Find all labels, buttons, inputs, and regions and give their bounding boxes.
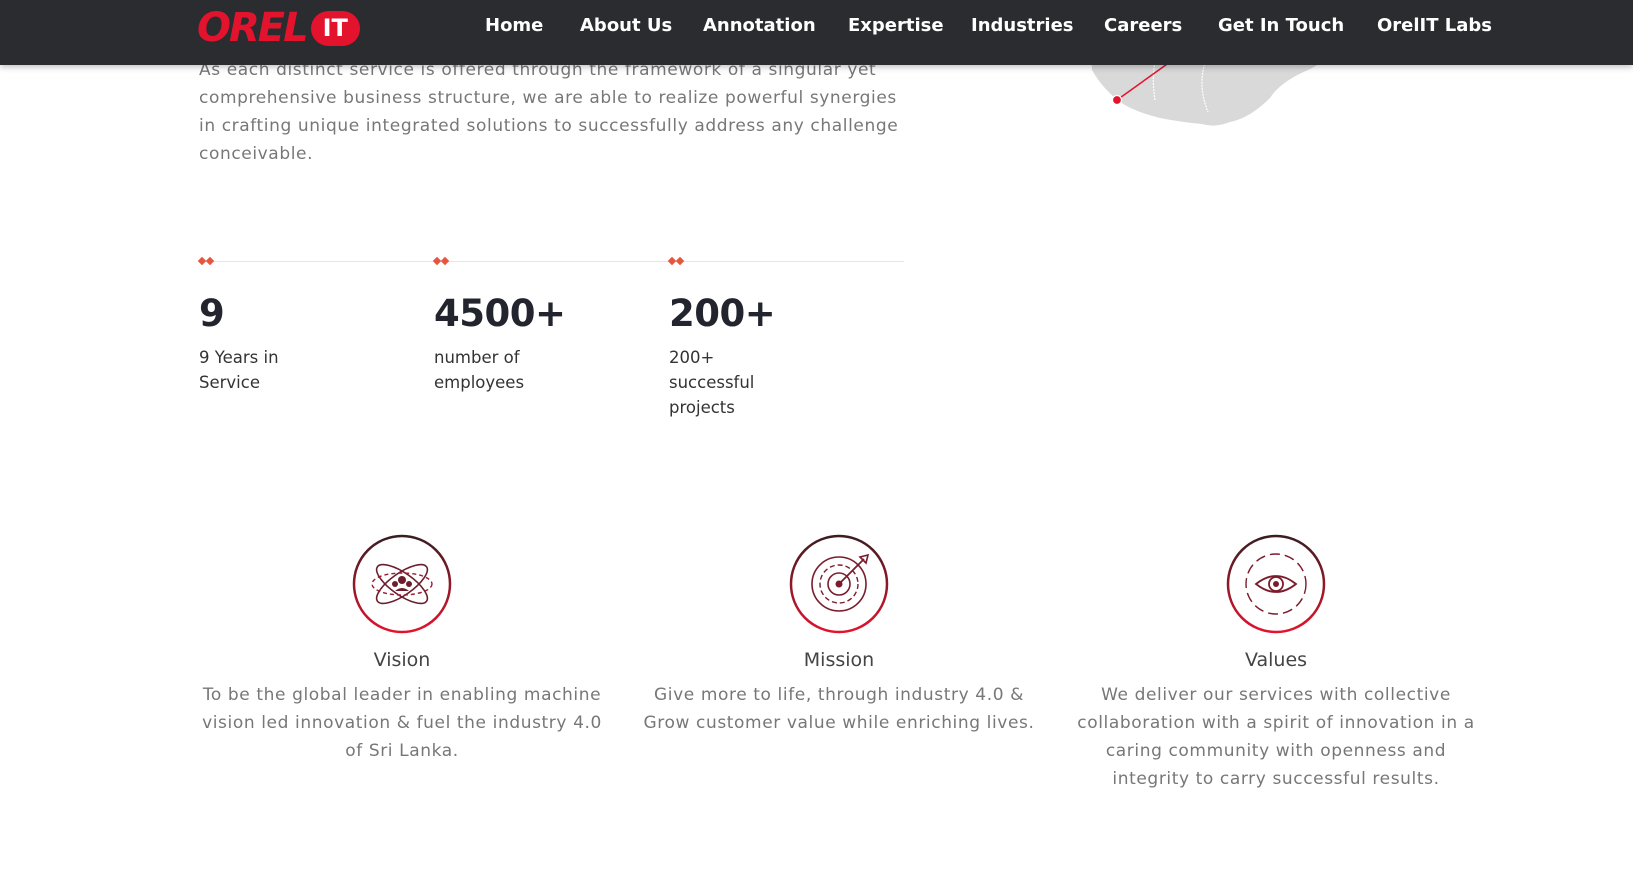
pillar-text: Give more to life, through industry 4.0 … [643,685,1035,733]
nav-about-us[interactable]: About Us [580,15,672,36]
nav-industries[interactable]: Industries [971,15,1074,36]
atom-people-icon [351,533,453,635]
eye-icon [1225,533,1327,635]
stat-label: 9 Years in Service [199,348,279,392]
pillar-text: To be the global leader in enabling mach… [202,685,602,761]
stat-value: 200+ [669,292,776,335]
stat-projects: 200+ 200+ successful projects [667,252,899,420]
stat-label: 200+ successful projects [669,348,755,417]
nav-annotation[interactable]: Annotation [703,15,816,36]
stat-employees: 4500+ number of employees [432,252,664,395]
pillar-values: Values We deliver our services with coll… [1066,533,1486,793]
stat-years: 9 9 Years in Service [197,252,429,395]
nav-orelit-labs[interactable]: OrelIT Labs [1377,15,1492,36]
diamond-marker-icon [197,252,429,270]
pillar-title: Vision [373,649,431,671]
stat-label: number of employees [434,348,525,392]
pillar-text: We deliver our services with collective … [1077,685,1475,789]
nav-home[interactable]: Home [485,15,543,36]
stat-value: 4500+ [434,292,566,335]
target-arrow-icon [788,533,890,635]
nav-get-in-touch[interactable]: Get In Touch [1218,15,1344,36]
site-header: OREL IT Home About Us Annotation Experti… [0,0,1633,65]
pillar-title: Mission [803,649,875,671]
main-nav: Home About Us Annotation Expertise Indus… [0,0,1633,52]
nav-careers[interactable]: Careers [1104,15,1182,36]
pillar-vision: Vision To be the global leader in enabli… [192,533,612,765]
diamond-marker-icon [667,252,899,270]
nav-expertise[interactable]: Expertise [848,15,944,36]
intro-paragraph: As each distinct service is offered thro… [199,60,899,164]
pillar-title: Values [1244,649,1308,671]
diamond-marker-icon [432,252,664,270]
stat-value: 9 [199,292,225,335]
pillar-mission: Mission Give more to life, through indus… [629,533,1049,737]
